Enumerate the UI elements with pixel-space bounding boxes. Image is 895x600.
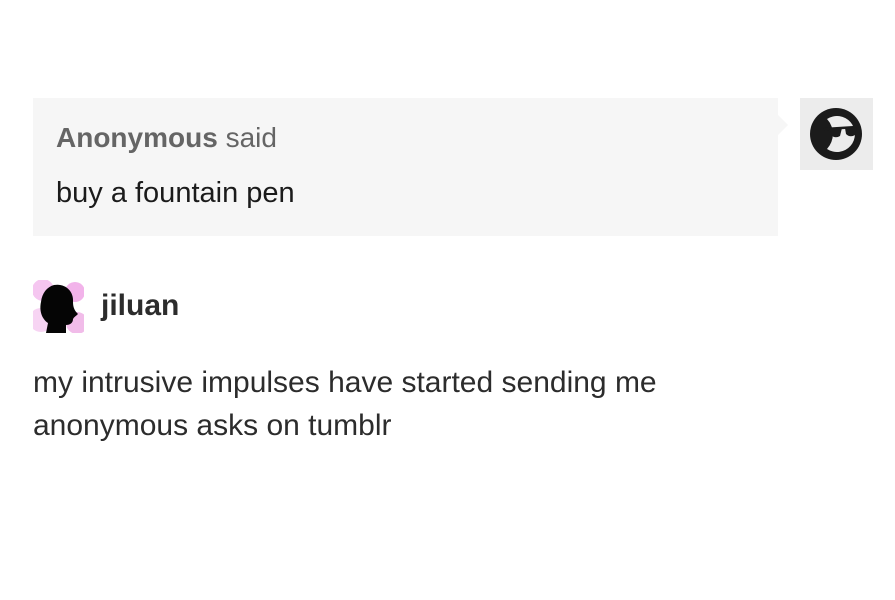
post-answer-text: my intrusive impulses have started sendi…: [33, 361, 863, 447]
post-username-link[interactable]: jiluan: [101, 289, 179, 323]
post-answer-line: anonymous asks on tumblr: [33, 409, 392, 442]
silhouette-head-icon: [33, 280, 84, 333]
ask-question-text: buy a fountain pen: [56, 177, 295, 209]
post-avatar[interactable]: [33, 280, 84, 333]
ask-header: Anonymous said: [56, 122, 778, 154]
asker-avatar[interactable]: [800, 98, 873, 170]
post-answer-line: my intrusive impulses have started sendi…: [33, 366, 657, 399]
ask-said-label: said: [225, 122, 277, 153]
ask-sender-link[interactable]: Anonymous: [56, 122, 218, 153]
anonymous-sunglasses-face-icon: [810, 108, 862, 160]
ask-bubble: Anonymous said buy a fountain pen: [33, 98, 788, 236]
